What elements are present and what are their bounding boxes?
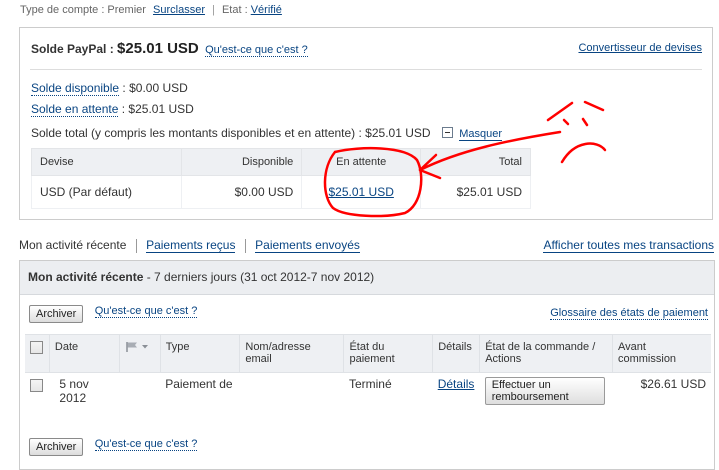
col-available: Disponible — [180, 148, 303, 176]
currency-cell: USD (Par défaut) — [31, 175, 182, 209]
available-cell: $0.00 USD — [180, 175, 303, 209]
details-link[interactable]: Détails — [438, 377, 475, 391]
activity-title: Mon activité récente - 7 derniers jours … — [28, 270, 374, 284]
archive-button[interactable]: Archiver — [29, 305, 84, 323]
row-action-cell: Effectuer un remboursement — [480, 373, 613, 418]
archive-button-bottom[interactable]: Archiver — [29, 438, 84, 456]
account-status-line: Type de compte : Premier Surclasser | Et… — [20, 4, 282, 16]
balance-whats-this-link[interactable]: Qu'est-ce que c'est ? — [205, 44, 308, 57]
col-order-status-actions: État de la commande / Actions — [479, 334, 613, 373]
col-select-all — [25, 334, 50, 373]
currency-table: Devise Disponible En attente Total USD (… — [31, 148, 531, 209]
transactions-header: Date Type Nom/adresse email État du paie… — [25, 334, 711, 373]
col-currency: Devise — [31, 148, 182, 176]
flag-filter-icon[interactable] — [125, 341, 151, 356]
row-amount: $26.61 USD — [640, 377, 706, 391]
activity-panel: Mon activité récente - 7 derniers jours … — [19, 260, 715, 470]
total-balance-text: Solde total (y compris les montants disp… — [31, 126, 431, 140]
col-payment-status: État du paiement — [343, 334, 434, 373]
total-cell: $25.01 USD — [420, 175, 531, 209]
row-checkbox[interactable] — [30, 379, 43, 392]
pending-balance-row: Solde en attente : $25.01 USD — [31, 102, 194, 117]
row-payment-status: Terminé — [348, 377, 392, 391]
tab-recent-activity[interactable]: Mon activité récente — [19, 238, 126, 252]
top-actions: Archiver Qu'est-ce que c'est ? — [29, 305, 198, 323]
currency-converter-link[interactable]: Convertisseur de devises — [578, 42, 702, 54]
upgrade-link[interactable]: Surclasser — [153, 4, 205, 16]
refund-button[interactable]: Effectuer un remboursement — [484, 377, 605, 405]
archive-whats-this-link-bottom[interactable]: Qu'est-ce que c'est ? — [94, 438, 198, 451]
col-type: Type — [160, 334, 241, 373]
currency-table-header: Devise Disponible En attente Total — [31, 148, 531, 176]
col-amount-before-fee: Avant commission — [612, 334, 711, 373]
pending-balance-link[interactable]: Solde en attente — [31, 102, 119, 117]
balance-panel: Solde PayPal : $25.01 USD Qu'est-ce que … — [19, 27, 713, 220]
balance-header: Solde PayPal : $25.01 USD Qu'est-ce que … — [31, 40, 308, 57]
col-flag[interactable] — [119, 334, 161, 373]
col-name-email: Nom/adresse email — [239, 334, 345, 373]
select-all-checkbox[interactable] — [30, 341, 43, 354]
balance-amount: $25.01 USD — [117, 40, 199, 57]
account-type-label: Type de compte : Premier — [20, 4, 146, 16]
transactions-table: Date Type Nom/adresse email État du paie… — [25, 334, 711, 417]
available-balance-link[interactable]: Solde disponible — [31, 81, 120, 96]
col-pending: En attente — [301, 148, 422, 176]
currency-row: USD (Par défaut) $0.00 USD $25.01 USD $2… — [31, 175, 531, 209]
available-balance-value: : $0.00 USD — [122, 81, 188, 95]
activity-title-text: Mon activité récente — [28, 270, 144, 284]
tab-separator — [244, 238, 246, 253]
row-type: Paiement de — [165, 377, 233, 391]
col-total: Total — [420, 148, 531, 176]
activity-date-range: - 7 derniers jours (31 oct 2012-7 nov 20… — [143, 270, 375, 284]
hide-link[interactable]: Masquer — [459, 128, 503, 141]
pending-cell: $25.01 USD — [301, 175, 422, 209]
activity-tabs: Mon activité récente Paiements reçus Pai… — [19, 238, 360, 253]
row-name-email — [240, 373, 344, 418]
col-details: Détails — [432, 334, 481, 373]
available-balance-row: Solde disponible : $0.00 USD — [31, 81, 188, 96]
archive-whats-this-link[interactable]: Qu'est-ce que c'est ? — [94, 305, 198, 318]
row-select-cell — [25, 373, 49, 418]
tab-payments-received[interactable]: Paiements reçus — [146, 238, 236, 253]
total-balance-row: Solde total (y compris les montants disp… — [31, 126, 503, 141]
tab-payments-sent[interactable]: Paiements envoyés — [255, 238, 360, 253]
status-label: Etat : — [221, 4, 248, 16]
pending-amount-link[interactable]: $25.01 USD — [329, 185, 394, 199]
pending-balance-value: : $25.01 USD — [121, 102, 194, 116]
col-date[interactable]: Date — [49, 334, 120, 373]
row-flag — [119, 373, 160, 418]
tab-separator — [135, 238, 137, 253]
collapse-icon[interactable] — [441, 127, 453, 138]
payment-status-glossary-link[interactable]: Glossaire des états de paiement — [550, 307, 708, 320]
activity-header: Mon activité récente - 7 derniers jours … — [20, 261, 714, 295]
verified-status-link[interactable]: Vérifié — [251, 4, 282, 16]
divider — [30, 69, 702, 70]
separator: | — [212, 4, 215, 16]
row-details-cell: Détails — [433, 373, 480, 418]
show-all-transactions-link[interactable]: Afficher toutes mes transactions — [543, 238, 714, 253]
table-row: 5 nov 2012 Paiement de Terminé Détails E… — [25, 373, 711, 418]
balance-title: Solde PayPal : — [31, 42, 114, 56]
row-date: 5 nov 2012 — [59, 377, 89, 405]
bottom-actions: Archiver Qu'est-ce que c'est ? — [29, 438, 198, 456]
